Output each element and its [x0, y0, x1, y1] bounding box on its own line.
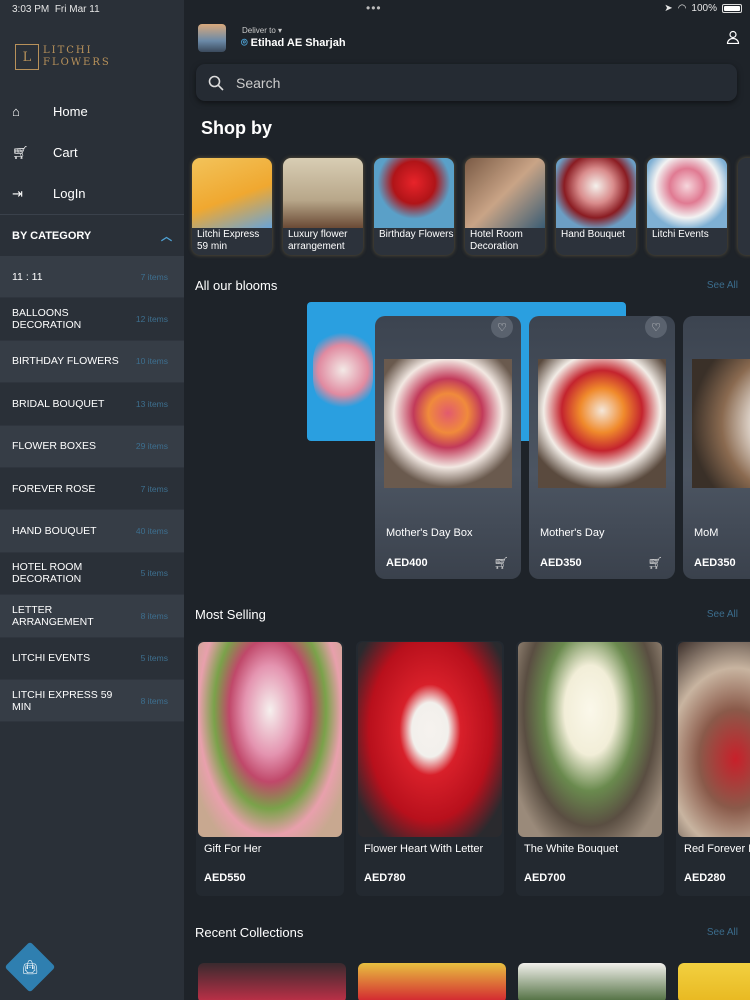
- sidebar-item-label: Home: [53, 104, 88, 119]
- status-indicators: ➤ ◠ 100%: [664, 3, 742, 14]
- battery-percent: 100%: [691, 3, 717, 14]
- collection-card[interactable]: [678, 963, 750, 1000]
- recent-see-all-link[interactable]: See All: [707, 927, 738, 938]
- product-image: [358, 642, 502, 837]
- shop-by-row: Litchi Express 59 min Luxury flower arra…: [192, 158, 750, 256]
- shop-by-card[interactable]: Litchi Express 59 min: [192, 158, 272, 255]
- location-thumbnail[interactable]: [198, 24, 226, 52]
- category-header[interactable]: BY CATEGORY ︿: [0, 214, 184, 256]
- product-card[interactable]: The White Bouquet AED700: [516, 641, 664, 896]
- category-item[interactable]: BALLOONS DECORATION 12 items: [0, 298, 184, 341]
- collection-card[interactable]: [198, 963, 346, 1000]
- sidebar-nav: ⌂ Home 🛒︎ Cart ⇥ LogIn: [0, 91, 184, 214]
- shopping-bag-icon: 👜︎: [21, 958, 39, 975]
- product-image: [692, 359, 750, 488]
- blooms-title: All our blooms: [195, 278, 278, 293]
- product-card[interactable]: Gift For Her AED550: [196, 641, 344, 896]
- caret-down-icon: ▾: [278, 26, 283, 35]
- most-selling-title: Most Selling: [195, 607, 266, 622]
- heart-icon[interactable]: ♡: [491, 316, 513, 338]
- shop-by-card[interactable]: Litchi Events: [647, 158, 727, 255]
- product-image: [538, 359, 666, 488]
- add-to-cart-icon[interactable]: 🛒︎: [494, 556, 509, 570]
- sidebar-item-label: LogIn: [53, 186, 86, 201]
- category-item[interactable]: LITCHI EVENTS 5 items: [0, 638, 184, 680]
- category-item[interactable]: BIRTHDAY FLOWERS 10 items: [0, 340, 184, 384]
- most-selling-see-all-link[interactable]: See All: [707, 609, 738, 620]
- add-to-cart-icon[interactable]: 🛒︎: [648, 556, 663, 570]
- category-list: 11 : 11 7 items BALLOONS DECORATION 12 ite…: [0, 256, 184, 723]
- user-profile-icon[interactable]: [726, 30, 740, 44]
- deliver-to-label[interactable]: Deliver to ▾: [242, 26, 282, 35]
- multitask-dots-icon[interactable]: •••: [366, 1, 382, 15]
- search-icon: [208, 75, 224, 91]
- product-image: [647, 158, 727, 228]
- sidebar-item-login[interactable]: ⇥ LogIn: [0, 173, 184, 214]
- category-item[interactable]: HAND BOUQUET 40 items: [0, 510, 184, 553]
- category-item[interactable]: 11 : 11 7 items: [0, 256, 184, 299]
- shop-by-card[interactable]: Hotel Room Decoration: [465, 158, 545, 255]
- category-item[interactable]: FOREVER ROSE 7 items: [0, 468, 184, 511]
- category-item[interactable]: LETTER ARRANGEMENT 8 items: [0, 595, 184, 638]
- brand-subname: FLOWERS: [43, 57, 111, 68]
- product-image: [518, 642, 662, 837]
- search-placeholder: Search: [236, 74, 281, 91]
- category-item[interactable]: HOTEL ROOM DECORATION 5 items: [0, 553, 184, 596]
- location-arrow-icon: ➤: [664, 3, 673, 14]
- collection-card[interactable]: [358, 963, 506, 1000]
- search-input[interactable]: Search: [196, 64, 737, 101]
- sidebar: L LITCHI FLOWERS ⌂ Home 🛒︎ Cart ⇥ LogIn BY C…: [0, 0, 184, 1000]
- blooms-see-all-link[interactable]: See All: [707, 280, 738, 291]
- recent-collections-title: Recent Collections: [195, 925, 304, 940]
- category-item[interactable]: FLOWER BOXES 29 items: [0, 425, 184, 468]
- product-image: [465, 158, 545, 228]
- product-image: [384, 359, 512, 488]
- brand-logo[interactable]: L LITCHI FLOWERS: [15, 44, 111, 70]
- shop-by-card[interactable]: [738, 158, 750, 255]
- sidebar-item-label: Cart: [53, 145, 78, 160]
- product-image: [283, 158, 363, 228]
- brand-name: LITCHI: [43, 45, 93, 56]
- product-image: [374, 158, 454, 228]
- heart-icon[interactable]: ♡: [645, 316, 667, 338]
- battery-icon: [722, 4, 742, 13]
- logo-mark-icon: L: [15, 44, 39, 70]
- delivery-location[interactable]: ⌾ Etihad AE Sharjah: [241, 37, 346, 50]
- bloom-card[interactable]: ♡ Mother's Day AED350 🛒︎: [529, 316, 675, 579]
- status-bar: 3:03 PM Fri Mar 11 ••• ➤ ◠ 100%: [0, 0, 750, 18]
- home-icon: ⌂: [12, 104, 20, 119]
- status-time: 3:03 PM Fri Mar 11: [12, 4, 100, 15]
- cart-icon: 🛒︎: [12, 144, 29, 160]
- bloom-card[interactable]: ♡ Mother's Day Box AED400 🛒︎: [375, 316, 521, 579]
- product-image: [678, 642, 750, 837]
- banner-flowers-image: [313, 330, 373, 410]
- product-image: [192, 158, 272, 228]
- map-pin-icon: ⌾: [241, 37, 248, 49]
- shop-by-card[interactable]: Birthday Flowers: [374, 158, 454, 255]
- product-card[interactable]: Flower Heart With Letter AED780: [356, 641, 504, 896]
- floating-bag-button[interactable]: 👜︎: [4, 941, 56, 993]
- shop-by-card[interactable]: Hand Bouquet: [556, 158, 636, 255]
- bloom-card[interactable]: MoM AED350: [683, 316, 750, 579]
- category-item[interactable]: LITCHI EXPRESS 59 MIN 8 items: [0, 679, 184, 723]
- shop-by-title: Shop by: [201, 118, 272, 138]
- product-image: [556, 158, 636, 228]
- wifi-icon: ◠: [677, 3, 687, 14]
- product-card[interactable]: Red Forever Rose AED280: [676, 641, 750, 896]
- category-item[interactable]: BRIDAL BOUQUET 13 items: [0, 383, 184, 426]
- sidebar-item-home[interactable]: ⌂ Home: [0, 91, 184, 132]
- main-content: Deliver to ▾ ⌾ Etihad AE Sharjah Search S…: [184, 0, 750, 1000]
- login-icon: ⇥: [12, 185, 23, 201]
- product-image: [198, 642, 342, 837]
- chevron-up-icon: ︿: [161, 230, 172, 243]
- collection-card[interactable]: [518, 963, 666, 1000]
- shop-by-card[interactable]: Luxury flower arrangement: [283, 158, 363, 255]
- sidebar-item-cart[interactable]: 🛒︎ Cart: [0, 132, 184, 173]
